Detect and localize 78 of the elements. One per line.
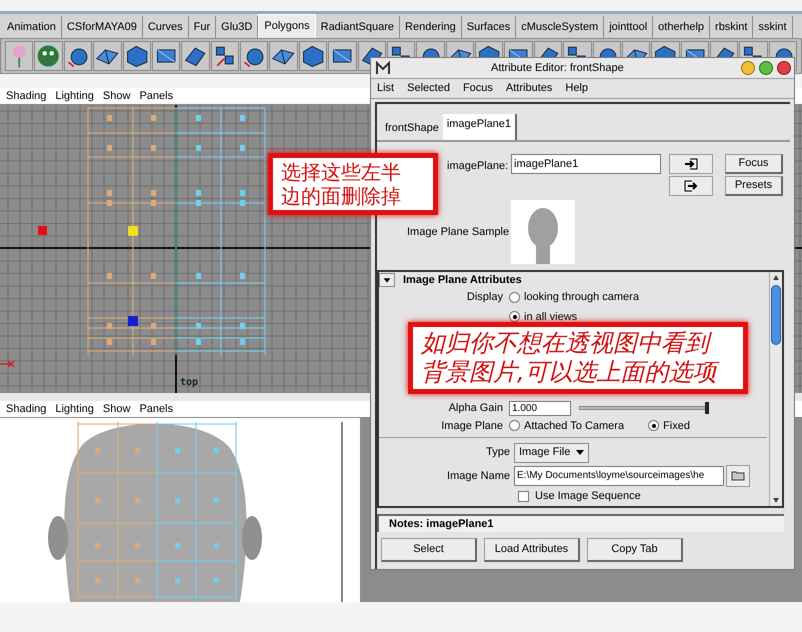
menu-item[interactable]: Focus (462, 80, 493, 97)
menu-item[interactable]: List (377, 80, 394, 97)
node-name-field[interactable]: imagePlane1 (511, 154, 661, 174)
output-connection-button[interactable] (669, 176, 713, 196)
action-button[interactable]: Select (381, 538, 477, 562)
viewport-menu-item[interactable]: Show (102, 400, 130, 418)
side-button[interactable]: Presets (725, 176, 783, 196)
section-title: Image Plane Attributes (403, 272, 522, 288)
viewport-menu-item[interactable]: Shading (6, 400, 46, 418)
field-label: Image Name (446, 468, 511, 484)
camera-label: top (180, 376, 198, 390)
maximize-button[interactable] (759, 61, 773, 75)
radio-label: Fixed (663, 418, 690, 434)
sample-label: Image Plane Sample (407, 224, 510, 240)
alpha-gain-slider[interactable] (579, 402, 709, 414)
app-logo-icon (376, 61, 390, 75)
field-label: Image Plane (440, 418, 504, 434)
input-connection-button[interactable] (669, 154, 713, 174)
shelf-icon[interactable] (210, 41, 239, 71)
checkbox-label: Use Image Sequence (535, 489, 641, 504)
caret-icon (576, 450, 584, 456)
radio-button[interactable] (509, 420, 520, 432)
annotation-text: 背景图片,可以选上面的选项 (421, 358, 735, 387)
minimize-button[interactable] (741, 61, 755, 75)
editor-tab[interactable]: imagePlane1 (442, 114, 518, 140)
slider-thumb[interactable] (705, 402, 709, 414)
radio-button[interactable] (648, 420, 660, 432)
annotation-text: 如归你不想在透视图中看到 (421, 329, 735, 358)
shelf-icon[interactable] (122, 41, 151, 71)
viewport-menu-item[interactable]: Panels (139, 88, 174, 104)
annotation-text: 边的面删除掉 (281, 184, 402, 208)
arrow-out-box-icon (684, 180, 698, 192)
radio-button[interactable] (509, 292, 520, 303)
arrow-in-box-icon (684, 158, 698, 170)
notes-label: Notes: imagePlane1 (389, 516, 494, 532)
shelf-icon[interactable] (328, 41, 356, 71)
shelf-tab[interactable]: Polygons (258, 14, 316, 38)
scrollbar[interactable] (769, 272, 782, 506)
field-label: Display (466, 290, 504, 305)
radio-label: Attached To Camera (524, 418, 624, 434)
window-title: Attribute Editor: frontShape (491, 60, 624, 76)
image-name-field[interactable]: E:\My Documents\loyme\sourceimages\he (514, 466, 724, 486)
shelf-icon[interactable] (64, 41, 92, 71)
alpha-gain-field[interactable]: 1.000 (509, 400, 571, 416)
field-label: imagePlane: (447, 159, 510, 174)
type-dropdown[interactable]: Image File (514, 442, 590, 463)
shelf-icon[interactable] (93, 41, 122, 71)
menu-item[interactable]: Help (565, 80, 588, 97)
viewport-menu-item[interactable]: Shading (6, 88, 46, 104)
radio-label: looking through camera (524, 290, 639, 305)
shelf-icon[interactable] (152, 41, 180, 71)
editor-tab[interactable]: frontShape (381, 118, 443, 140)
scrollbar-thumb[interactable] (771, 285, 781, 345)
shelf-icon[interactable] (240, 41, 268, 71)
field-label: Type (485, 445, 511, 460)
side-button[interactable]: Focus (725, 154, 783, 174)
annotation-text: 选择这些左半 (281, 160, 402, 184)
head-sample-drawing (511, 200, 575, 264)
viewport-menu-item[interactable]: Show (102, 88, 130, 104)
action-button[interactable]: Copy Tab (587, 538, 683, 562)
scroll-up-arrow-icon[interactable] (772, 274, 780, 282)
viewport-menu-item[interactable]: Lighting (55, 88, 94, 104)
viewport-menu-item[interactable]: Panels (139, 400, 174, 418)
viewport-menu-item[interactable]: Lighting (55, 400, 94, 418)
shelf-icon[interactable] (298, 41, 328, 71)
action-button[interactable]: Load Attributes (484, 538, 580, 562)
scroll-down-arrow-icon[interactable] (772, 496, 780, 504)
shelf-icon[interactable] (269, 41, 298, 71)
radio-button[interactable] (509, 311, 520, 322)
checkbox[interactable] (518, 491, 529, 502)
menu-item[interactable]: Selected (407, 80, 450, 97)
browse-folder-button[interactable] (726, 464, 750, 487)
shelf-icon[interactable] (181, 41, 210, 71)
field-label: Alpha Gain (448, 401, 504, 416)
menu-item[interactable]: Attributes (506, 80, 552, 97)
folder-icon (731, 470, 745, 482)
radio-label: in all views (524, 310, 578, 324)
close-button[interactable] (777, 61, 791, 75)
